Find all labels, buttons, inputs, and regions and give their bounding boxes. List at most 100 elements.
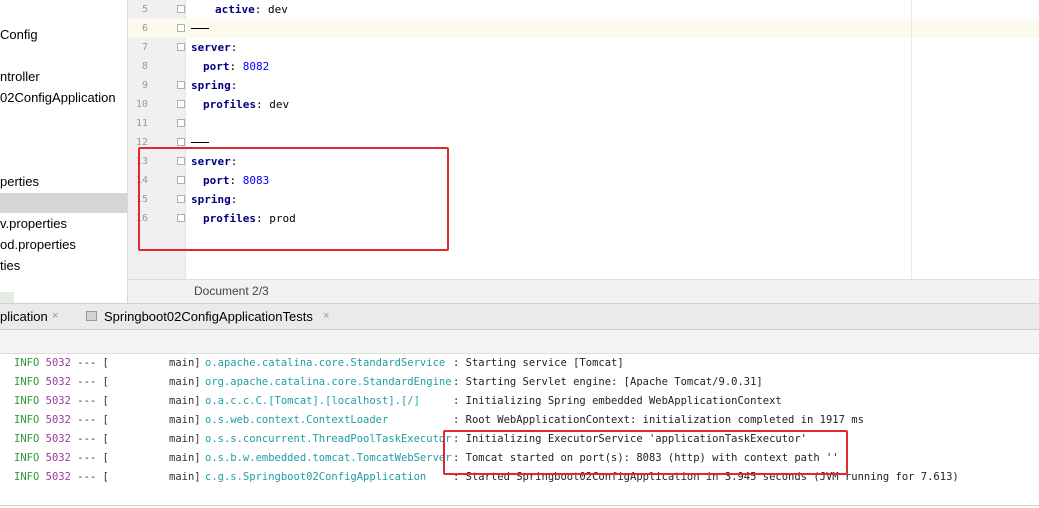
fold-marker-icon[interactable] [177,138,185,146]
code-line[interactable]: port: 8082 [203,57,269,76]
log-logger: o.s.s.concurrent.ThreadPoolTaskExecutor [205,433,452,445]
log-message: : Starting Servlet engine: [Apache Tomca… [453,376,763,388]
log-logger: c.g.s.Springboot02ConfigApplication [205,471,427,483]
yaml-key: server [191,41,231,54]
tree-item-dev-properties[interactable]: v.properties [0,214,67,234]
log-level: INFO [14,414,40,426]
yaml-key: profiles [203,98,256,111]
code-line[interactable]: port: 8083 [203,171,269,190]
yaml-key: spring [191,193,231,206]
line-number: 6 [141,23,148,34]
fold-marker-icon[interactable] [177,100,185,108]
tree-item-application[interactable]: 02ConfigApplication [0,88,116,108]
fold-marker-icon[interactable] [177,195,185,203]
log-logger: o.apache.catalina.core.StandardService [205,357,446,369]
yaml-key: server [191,155,231,168]
log-thread: main] [169,414,201,426]
tree-item-config[interactable]: Config [0,25,38,45]
yaml-value: prod [269,212,296,225]
log-logger: o.a.c.c.C.[Tomcat].[localhost].[/] [205,395,420,407]
log-pid: 5032 [45,414,71,426]
log-separator: --- [77,376,97,388]
yaml-key: spring [191,79,231,92]
log-thread: main] [169,357,201,369]
fold-marker-icon[interactable] [177,119,185,127]
yaml-key: port [203,60,230,73]
log-message: : Starting service [Tomcat] [453,357,624,369]
close-icon[interactable]: × [52,303,58,330]
log-line: INFO 5032 --- [ [14,373,109,392]
line-number: 16 [135,213,148,224]
log-line: INFO 5032 --- [ [14,392,109,411]
line-number: 10 [135,99,148,110]
log-message: : Initializing Spring embedded WebApplic… [453,395,782,407]
bottom-divider [0,505,1039,506]
log-message: : Tomcat started on port(s): 8083 (http)… [453,452,839,464]
log-logger: o.s.web.context.ContextLoader [205,414,389,426]
log-message: : Root WebApplicationContext: initializa… [453,414,864,426]
code-line[interactable]: server: [191,38,237,57]
fold-marker-icon[interactable] [177,24,185,32]
yaml-value: 8083 [242,174,270,187]
tree-item-prod-properties[interactable]: od.properties [0,235,76,255]
yaml-value: dev [269,98,290,111]
log-line: INFO 5032 --- [ [14,354,109,373]
log-pid: 5032 [45,433,71,445]
line-number: 14 [135,175,148,186]
close-icon[interactable]: × [323,303,329,330]
log-line: INFO 5032 --- [ [14,411,109,430]
code-line[interactable]: server: [191,152,237,171]
document-separator [191,28,209,29]
log-separator: --- [77,452,97,464]
tab-application-tests[interactable]: Springboot02ConfigApplicationTests [104,303,313,330]
project-tree: Config ntroller 02ConfigApplication pert… [0,0,128,303]
log-thread: main] [169,471,201,483]
yaml-value: 8082 [242,60,270,73]
line-number: 5 [141,4,148,15]
log-line: INFO 5032 --- [ [14,468,109,487]
fold-marker-icon[interactable] [177,157,185,165]
yaml-key: port [203,174,230,187]
fold-marker-icon[interactable] [177,5,185,13]
log-bracket: [ [102,357,109,369]
log-separator: --- [77,433,97,445]
test-config-icon [86,311,97,321]
log-pid: 5032 [45,471,71,483]
code-line[interactable]: active: dev [215,0,288,19]
tree-item-ties[interactable]: ties [0,256,20,276]
log-level: INFO [14,376,40,388]
log-pid: 5032 [45,376,71,388]
code-line[interactable]: profiles: prod [203,209,296,228]
log-pid: 5032 [45,395,71,407]
tree-item-selected[interactable] [0,193,127,213]
tree-item-controller[interactable]: ntroller [0,67,40,87]
log-logger: org.apache.catalina.core.StandardEngine [205,376,452,388]
log-pid: 5032 [45,357,71,369]
log-bracket: [ [102,395,109,407]
code-line[interactable]: spring: [191,76,237,95]
fold-marker-icon[interactable] [177,43,185,51]
fold-marker-icon[interactable] [177,176,185,184]
fold-marker-icon[interactable] [177,81,185,89]
line-number: 8 [141,61,148,72]
line-number: 13 [135,156,148,167]
line-number: 12 [135,137,148,148]
log-message: : Initializing ExecutorService 'applicat… [453,433,808,445]
log-logger: o.s.b.w.embedded.tomcat.TomcatWebServer [205,452,452,464]
code-line[interactable]: spring: [191,190,237,209]
log-level: INFO [14,471,40,483]
log-level: INFO [14,452,40,464]
code-line[interactable]: profiles: dev [203,95,289,114]
document-separator [191,142,209,143]
yaml-value: dev [268,3,288,16]
log-level: INFO [14,433,40,445]
document-status: Document 2/3 [194,284,269,298]
log-line: INFO 5032 --- [ [14,430,109,449]
log-thread: main] [169,452,201,464]
tab-application[interactable]: plication [0,303,48,330]
fold-marker-icon[interactable] [177,214,185,222]
tree-item-properties[interactable]: perties [0,172,39,192]
log-pid: 5032 [45,452,71,464]
log-message: : Started Springboot02ConfigApplication … [453,471,959,483]
yaml-key: active [215,3,255,16]
